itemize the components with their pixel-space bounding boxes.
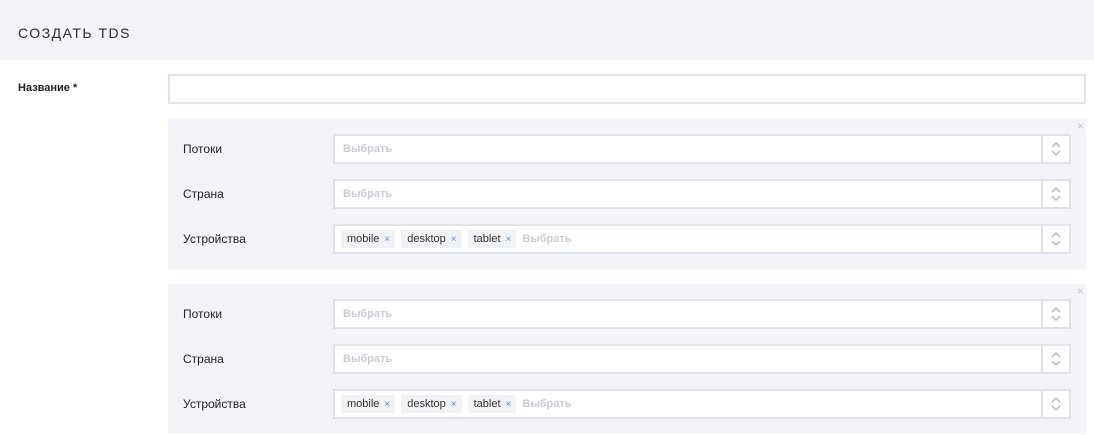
close-icon[interactable]: × xyxy=(451,234,457,245)
close-icon[interactable]: × xyxy=(506,399,512,410)
name-label: Название * xyxy=(18,82,78,94)
page-header: СОЗДАТЬ TDS xyxy=(0,0,1094,60)
page-title: СОЗДАТЬ TDS xyxy=(18,25,132,41)
rule-block: × Потоки Выбрать Страна Выбрать Устройст… xyxy=(168,284,1086,434)
rule-block: × Потоки Выбрать Страна Выбрать Устройст… xyxy=(168,119,1086,269)
chevron-up-down-icon[interactable] xyxy=(1041,391,1069,417)
streams-select[interactable]: Выбрать xyxy=(333,134,1071,164)
close-icon[interactable]: × xyxy=(384,234,390,245)
devices-select[interactable]: mobile × desktop × tablet × Выбрать xyxy=(333,389,1071,419)
chevron-up-down-icon[interactable] xyxy=(1041,181,1069,207)
streams-select[interactable]: Выбрать xyxy=(333,299,1071,329)
devices-label: Устройства xyxy=(183,397,246,411)
close-icon[interactable]: × xyxy=(384,399,390,410)
select-placeholder: Выбрать xyxy=(522,398,572,410)
chevron-up-down-icon[interactable] xyxy=(1041,346,1069,372)
streams-label: Потоки xyxy=(183,307,223,321)
select-placeholder: Выбрать xyxy=(343,353,393,365)
tag-mobile: mobile × xyxy=(341,395,396,413)
country-label: Страна xyxy=(183,352,224,366)
streams-label: Потоки xyxy=(183,142,223,156)
close-icon[interactable]: × xyxy=(1077,119,1084,133)
chevron-up-down-icon[interactable] xyxy=(1041,226,1069,252)
select-placeholder: Выбрать xyxy=(343,308,393,320)
country-select[interactable]: Выбрать xyxy=(333,344,1071,374)
country-label: Страна xyxy=(183,187,224,201)
devices-label: Устройства xyxy=(183,232,246,246)
select-placeholder: Выбрать xyxy=(522,233,572,245)
chevron-up-down-icon[interactable] xyxy=(1041,301,1069,327)
name-input[interactable] xyxy=(168,74,1086,104)
tag-desktop: desktop × xyxy=(401,395,462,413)
tag-tablet: tablet × xyxy=(467,395,517,413)
select-placeholder: Выбрать xyxy=(343,143,393,155)
chevron-up-down-icon[interactable] xyxy=(1041,136,1069,162)
tag-tablet: tablet × xyxy=(467,230,517,248)
close-icon[interactable]: × xyxy=(1077,284,1084,298)
devices-select[interactable]: mobile × desktop × tablet × Выбрать xyxy=(333,224,1071,254)
tag-mobile: mobile × xyxy=(341,230,396,248)
tag-desktop: desktop × xyxy=(401,230,462,248)
close-icon[interactable]: × xyxy=(451,399,457,410)
country-select[interactable]: Выбрать xyxy=(333,179,1071,209)
close-icon[interactable]: × xyxy=(506,234,512,245)
select-placeholder: Выбрать xyxy=(343,188,393,200)
